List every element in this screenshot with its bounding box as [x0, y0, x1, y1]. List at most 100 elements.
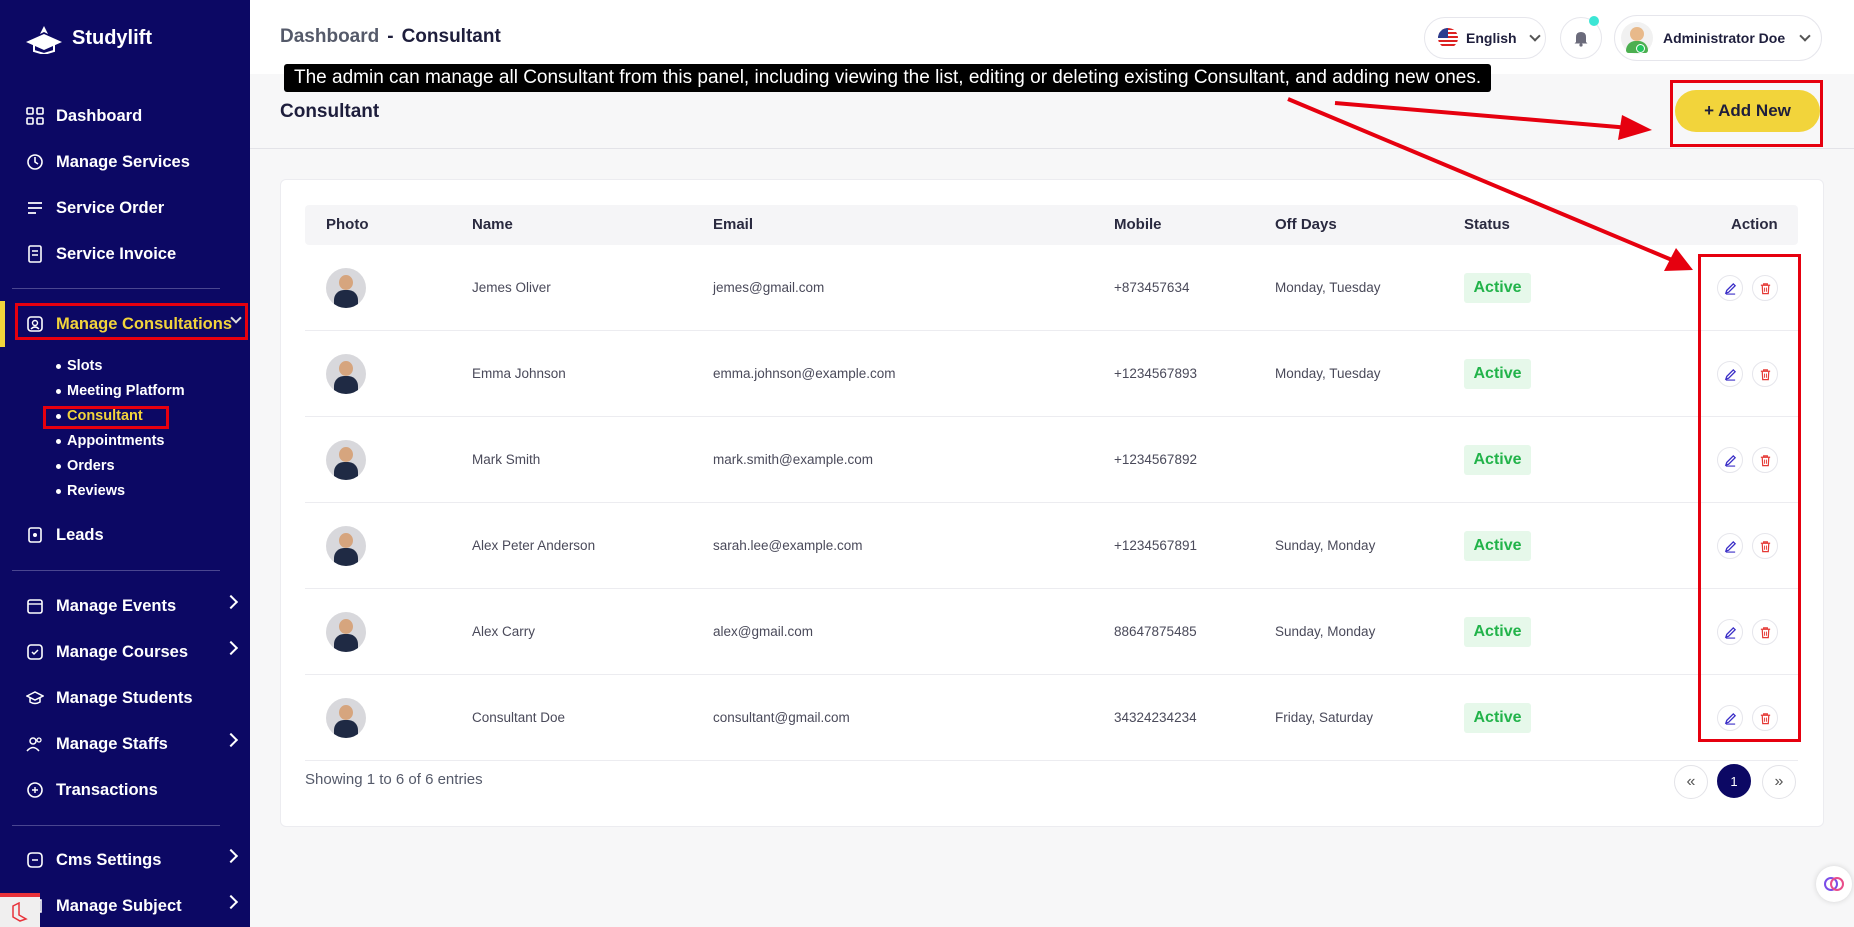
sidebar-subitem-slots[interactable]: Slots: [56, 358, 102, 374]
consultant-name: Alex Carry: [472, 624, 536, 639]
consultant-email: alex@gmail.com: [713, 624, 813, 639]
status-badge: Active: [1464, 617, 1531, 647]
chevron-right-icon: [223, 594, 239, 610]
breadcrumb-separator: -: [387, 26, 394, 47]
chevron-down-icon: [1799, 30, 1811, 42]
sidebar-item-manage-courses[interactable]: Manage Courses: [26, 640, 239, 664]
consultant-mobile: 34324234234: [1114, 710, 1197, 725]
sidebar-item-manage-subject[interactable]: Manage Subject: [26, 894, 239, 918]
column-header-off-days[interactable]: Off Days: [1275, 216, 1337, 233]
sidebar-item-manage-staffs[interactable]: Manage Staffs: [26, 732, 239, 756]
column-header-photo: Photo: [326, 216, 369, 233]
consultant-mobile: +1234567891: [1114, 538, 1197, 553]
sidebar-item-label: Manage Subject: [56, 896, 182, 915]
sidebar-item-manage-events[interactable]: Manage Events: [26, 594, 239, 618]
column-header-status[interactable]: Status: [1464, 216, 1510, 233]
sidebar-divider: [12, 570, 220, 571]
consultant-mobile: 88647875485: [1114, 624, 1197, 639]
column-header-mobile[interactable]: Mobile: [1114, 216, 1162, 233]
bullet-icon: [56, 363, 61, 369]
sidebar-item-label: Transactions: [56, 780, 158, 799]
bullet-icon: [56, 463, 61, 469]
pagination-page-1[interactable]: 1: [1717, 764, 1751, 798]
subitem-label: Reviews: [67, 483, 126, 499]
us-flag-icon: [1438, 28, 1458, 48]
column-header-email[interactable]: Email: [713, 216, 753, 233]
sidebar-item-label: Cms Settings: [56, 850, 162, 869]
table-header: [305, 205, 1798, 245]
consultant-email: mark.smith@example.com: [713, 452, 873, 467]
pagination-next[interactable]: »: [1762, 765, 1796, 799]
active-indicator: [0, 301, 5, 347]
students-icon: [26, 691, 44, 705]
consultant-email: emma.johnson@example.com: [713, 366, 896, 381]
sidebar-divider: [12, 825, 220, 826]
sidebar-item-service-invoice[interactable]: Service Invoice: [26, 242, 176, 266]
calendar-icon: [27, 599, 43, 614]
consultant-name: Jemes Oliver: [472, 280, 551, 295]
sidebar-item-dashboard[interactable]: Dashboard: [26, 104, 142, 128]
sidebar-item-service-order[interactable]: Service Order: [26, 196, 164, 220]
bullet-icon: [56, 438, 61, 444]
sidebar-item-transactions[interactable]: Transactions: [26, 778, 158, 802]
subitem-label: Meeting Platform: [67, 383, 185, 399]
status-badge: Active: [1464, 531, 1531, 561]
consultant-email: consultant@gmail.com: [713, 710, 850, 725]
chevron-right-icon: [223, 848, 239, 864]
notification-dot: [1589, 16, 1599, 26]
entries-info: Showing 1 to 6 of 6 entries: [305, 771, 483, 788]
consultant-email: jemes@gmail.com: [713, 280, 825, 295]
annotation-tooltip: The admin can manage all Consultant from…: [284, 64, 1492, 92]
sidebar-item-label: Service Invoice: [56, 244, 177, 263]
leads-icon: [28, 527, 42, 543]
consultant-name: Mark Smith: [472, 452, 541, 467]
transactions-icon: [27, 782, 43, 798]
highlight-box: [43, 406, 169, 429]
consultant-photo: [326, 440, 366, 480]
highlight-box: [1698, 254, 1801, 742]
breadcrumb-home[interactable]: Dashboard: [280, 26, 379, 48]
language-label: English: [1466, 30, 1517, 46]
consultant-name: Consultant Doe: [472, 710, 566, 725]
status-badge: Active: [1464, 445, 1531, 475]
language-selector[interactable]: English: [1424, 17, 1546, 59]
page-title: Consultant: [280, 101, 380, 122]
user-name: Administrator Doe: [1663, 30, 1786, 46]
highlight-box: [1670, 80, 1823, 147]
consultant-photo: [326, 612, 366, 652]
sidebar-item-manage-students[interactable]: Manage Students: [26, 686, 193, 710]
app-logo[interactable]: Studylift: [24, 22, 152, 54]
sidebar-item-label: Manage Students: [56, 688, 193, 707]
consultant-photo: [326, 526, 366, 566]
services-icon: [27, 154, 43, 170]
breadcrumb-current: Consultant: [401, 26, 501, 47]
subitem-label: Appointments: [67, 433, 165, 449]
sidebar-subitem-meeting-platform[interactable]: Meeting Platform: [56, 383, 185, 399]
sidebar-item-cms-settings[interactable]: Cms Settings: [26, 848, 239, 872]
consultant-off-days: Friday, Saturday: [1275, 710, 1374, 725]
ai-assistant-button[interactable]: [1816, 866, 1852, 902]
highlight-box: [15, 303, 248, 340]
user-menu[interactable]: Administrator Doe: [1614, 15, 1822, 61]
pagination-prev[interactable]: «: [1674, 765, 1708, 799]
chevron-down-icon: [1528, 30, 1541, 42]
status-badge: Active: [1464, 703, 1531, 733]
courses-icon: [27, 644, 43, 660]
sidebar-item-leads[interactable]: Leads: [26, 523, 104, 547]
sidebar-item-label: Dashboard: [56, 106, 143, 125]
studylift-logo-icon: [26, 26, 62, 54]
bullet-icon: [56, 488, 61, 494]
column-header-name[interactable]: Name: [472, 216, 513, 233]
sidebar-subitem-orders[interactable]: Orders: [56, 458, 115, 474]
laravel-debugbar-icon[interactable]: [0, 893, 40, 927]
sidebar-item-label: Manage Services: [56, 152, 190, 171]
chevron-right-icon: [223, 732, 239, 748]
chevron-right-icon: [223, 640, 239, 656]
bell-icon: [1574, 32, 1588, 47]
staff-icon: [26, 737, 42, 752]
consultant-mobile: +1234567893: [1114, 366, 1197, 381]
sidebar-subitem-appointments[interactable]: Appointments: [56, 433, 164, 449]
sidebar-subitem-reviews[interactable]: Reviews: [56, 483, 125, 499]
sidebar-item-manage-services[interactable]: Manage Services: [26, 150, 190, 174]
consultant-photo: [326, 268, 366, 308]
